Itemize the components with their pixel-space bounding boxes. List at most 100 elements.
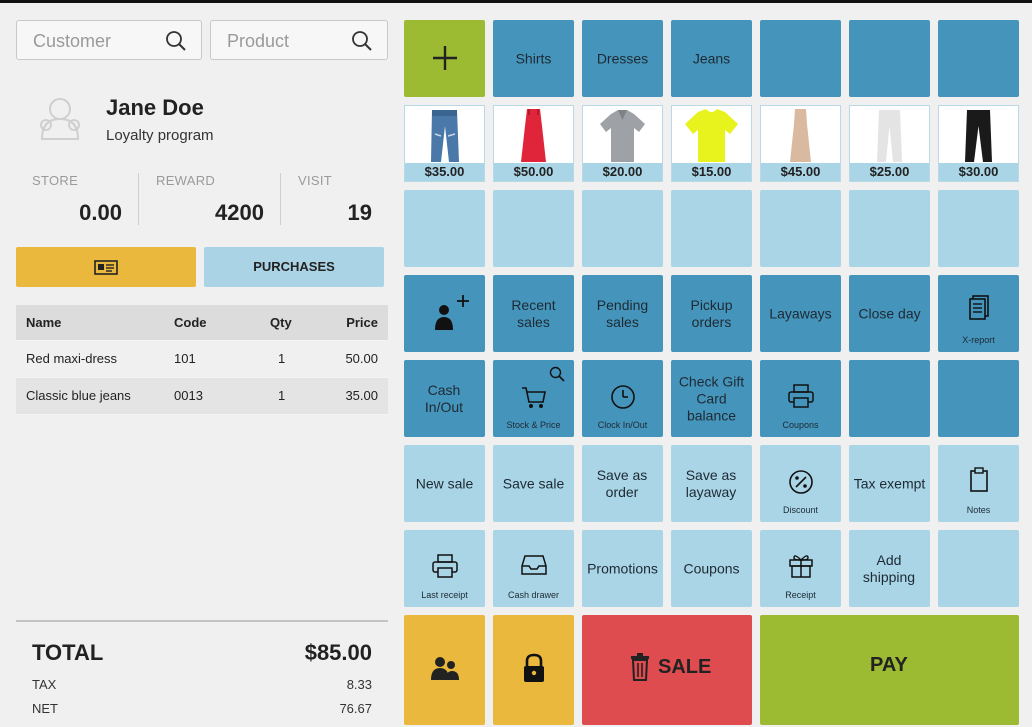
- notes-label: Notes: [966, 505, 991, 515]
- beige-dress-icon: [790, 109, 811, 162]
- last-receipt-label: Last receipt: [421, 590, 468, 600]
- promotions-label: Promotions: [587, 560, 658, 576]
- save-as-layaway-button[interactable]: Save as layaway: [671, 445, 752, 522]
- product-tile[interactable]: $45.00: [760, 105, 841, 182]
- pickup-orders-button[interactable]: Pickup orders: [671, 275, 752, 352]
- search-icon[interactable]: [351, 30, 373, 52]
- stat-divider: [280, 173, 281, 225]
- notes-button[interactable]: Notes: [938, 445, 1019, 522]
- coupons-label: Coupons: [683, 560, 740, 576]
- shopping-cart-icon: [521, 387, 546, 408]
- stat-visit-label: VISIT: [298, 173, 333, 188]
- clipboard-icon: [969, 467, 988, 492]
- stock-price-label: Stock & Price: [506, 420, 561, 430]
- product-tile[interactable]: $35.00: [404, 105, 485, 182]
- product-tile[interactable]: $50.00: [493, 105, 574, 182]
- category-dresses[interactable]: Dresses: [582, 20, 663, 97]
- x-report-button[interactable]: X-report: [938, 275, 1019, 352]
- coupons-print-button[interactable]: Coupons: [760, 360, 841, 437]
- net-value: 76.67: [339, 701, 372, 716]
- empty-action-slot[interactable]: [938, 530, 1019, 607]
- product-search-field[interactable]: Product: [210, 20, 388, 60]
- pending-sales-button[interactable]: Pending sales: [582, 275, 663, 352]
- save-sale-button[interactable]: Save sale: [493, 445, 574, 522]
- receipt-label: Receipt: [785, 590, 816, 600]
- discount-button[interactable]: Discount: [760, 445, 841, 522]
- order-items-table: Name Code Qty Price Red maxi-dress 101 1…: [16, 305, 388, 415]
- report-icon: [968, 295, 989, 320]
- empty-category-slot[interactable]: [938, 20, 1019, 97]
- empty-product-slot[interactable]: [671, 190, 752, 267]
- inbox-tray-icon: [520, 555, 547, 575]
- last-receipt-button[interactable]: Last receipt: [404, 530, 485, 607]
- empty-product-slot[interactable]: [849, 190, 930, 267]
- promotions-button[interactable]: Promotions: [582, 530, 663, 607]
- pickup-orders-label: Pickup orders: [690, 296, 733, 330]
- empty-product-slot[interactable]: [404, 190, 485, 267]
- search-icon[interactable]: [165, 30, 187, 52]
- lock-button[interactable]: [493, 615, 574, 725]
- search-icon: [549, 366, 565, 382]
- loyalty-card-button[interactable]: [16, 247, 196, 287]
- customers-button[interactable]: [404, 615, 485, 725]
- empty-product-slot[interactable]: [582, 190, 663, 267]
- category-jeans[interactable]: Jeans: [671, 20, 752, 97]
- product-tile[interactable]: $30.00: [938, 105, 1019, 182]
- layaways-label: Layaways: [769, 305, 832, 321]
- product-tile[interactable]: $25.00: [849, 105, 930, 182]
- add-shipping-button[interactable]: Add shipping: [849, 530, 930, 607]
- product-search-placeholder: Product: [227, 31, 290, 51]
- add-user-icon: [435, 295, 469, 330]
- product-tile[interactable]: $15.00: [671, 105, 752, 182]
- purchases-button[interactable]: PURCHASES: [204, 247, 384, 287]
- pay-button[interactable]: PAY: [760, 615, 1019, 725]
- sale-button[interactable]: SALE: [582, 615, 752, 725]
- users-icon: [431, 657, 459, 680]
- stat-visit-value: 19: [347, 200, 372, 225]
- empty-action-slot[interactable]: [938, 360, 1019, 437]
- net-label: NET: [32, 701, 58, 716]
- add-category-button[interactable]: [404, 20, 485, 97]
- empty-product-slot[interactable]: [493, 190, 574, 267]
- red-dress-icon: [521, 109, 546, 162]
- close-day-button[interactable]: Close day: [849, 275, 930, 352]
- lock-icon: [524, 653, 544, 682]
- gift-card-balance-button[interactable]: Check Gift Card balance: [671, 360, 752, 437]
- gift-icon: [788, 555, 813, 578]
- empty-category-slot[interactable]: [849, 20, 930, 97]
- receipt-button[interactable]: Receipt: [760, 530, 841, 607]
- customer-search-field[interactable]: Customer: [16, 20, 202, 60]
- new-sale-button[interactable]: New sale: [404, 445, 485, 522]
- stock-price-button[interactable]: Stock & Price: [493, 360, 574, 437]
- add-customer-button[interactable]: [404, 275, 485, 352]
- stat-store-label: STORE: [32, 173, 79, 188]
- empty-product-slot[interactable]: [938, 190, 1019, 267]
- layaways-button[interactable]: Layaways: [760, 275, 841, 352]
- cash-in-out-button[interactable]: Cash In/Out: [404, 360, 485, 437]
- recent-sales-button[interactable]: Recent sales: [493, 275, 574, 352]
- stat-reward-value: 4200: [215, 200, 264, 225]
- white-pants-icon: [877, 110, 902, 162]
- item-qty: 1: [278, 351, 286, 366]
- customer-avatar-icon: [40, 98, 80, 140]
- plus-icon: [432, 46, 457, 70]
- sale-label: SALE: [658, 656, 712, 678]
- tax-exempt-button[interactable]: Tax exempt: [849, 445, 930, 522]
- empty-product-slot[interactable]: [760, 190, 841, 267]
- empty-action-slot[interactable]: [849, 360, 930, 437]
- product-tile[interactable]: $20.00: [582, 105, 663, 182]
- table-row[interactable]: Classic blue jeans 0013 1 35.00: [16, 378, 388, 415]
- clock-in-out-button[interactable]: Clock In/Out: [582, 360, 663, 437]
- x-report-label: X-report: [962, 335, 995, 345]
- cash-drawer-button[interactable]: Cash drawer: [493, 530, 574, 607]
- product-price: $35.00: [405, 163, 484, 181]
- column-header-code: Code: [174, 315, 207, 330]
- coupons-button[interactable]: Coupons: [671, 530, 752, 607]
- category-shirts[interactable]: Shirts: [493, 20, 574, 97]
- product-price: $25.00: [850, 163, 929, 181]
- table-row[interactable]: Red maxi-dress 101 1 50.00: [16, 341, 388, 378]
- product-price: $50.00: [494, 163, 573, 181]
- yellow-tshirt-icon: [685, 109, 738, 162]
- save-as-order-button[interactable]: Save as order: [582, 445, 663, 522]
- empty-category-slot[interactable]: [760, 20, 841, 97]
